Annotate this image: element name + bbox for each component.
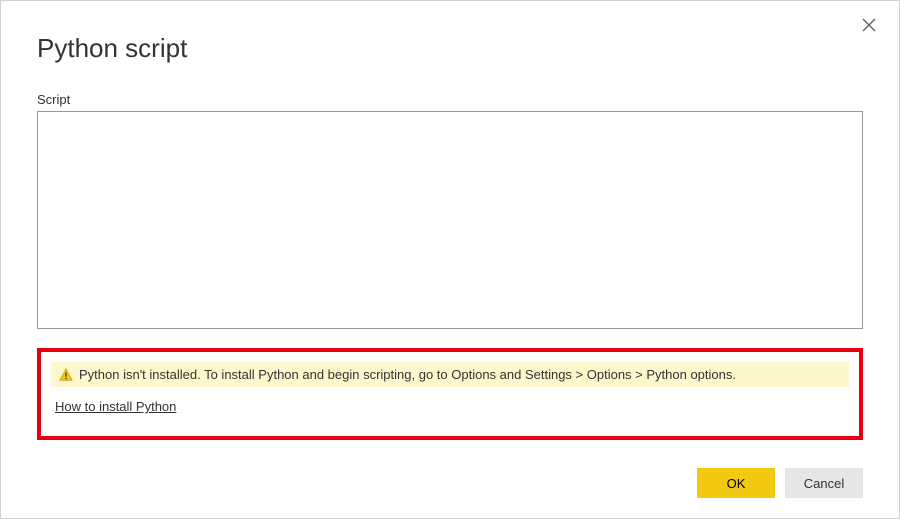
script-input[interactable] xyxy=(37,111,863,329)
install-python-link[interactable]: How to install Python xyxy=(55,399,176,414)
ok-button[interactable]: OK xyxy=(697,468,775,498)
dialog-title: Python script xyxy=(37,33,863,64)
script-label: Script xyxy=(37,92,863,107)
cancel-button[interactable]: Cancel xyxy=(785,468,863,498)
warning-bar: Python isn't installed. To install Pytho… xyxy=(51,362,849,387)
close-button[interactable] xyxy=(857,13,881,37)
python-script-dialog: Python script Script Python isn't instal… xyxy=(1,1,899,518)
close-icon xyxy=(862,18,876,32)
dialog-buttons: OK Cancel xyxy=(697,468,863,498)
warning-message: Python isn't installed. To install Pytho… xyxy=(79,367,736,382)
warning-highlight-box: Python isn't installed. To install Pytho… xyxy=(37,348,863,440)
warning-icon xyxy=(59,368,73,382)
